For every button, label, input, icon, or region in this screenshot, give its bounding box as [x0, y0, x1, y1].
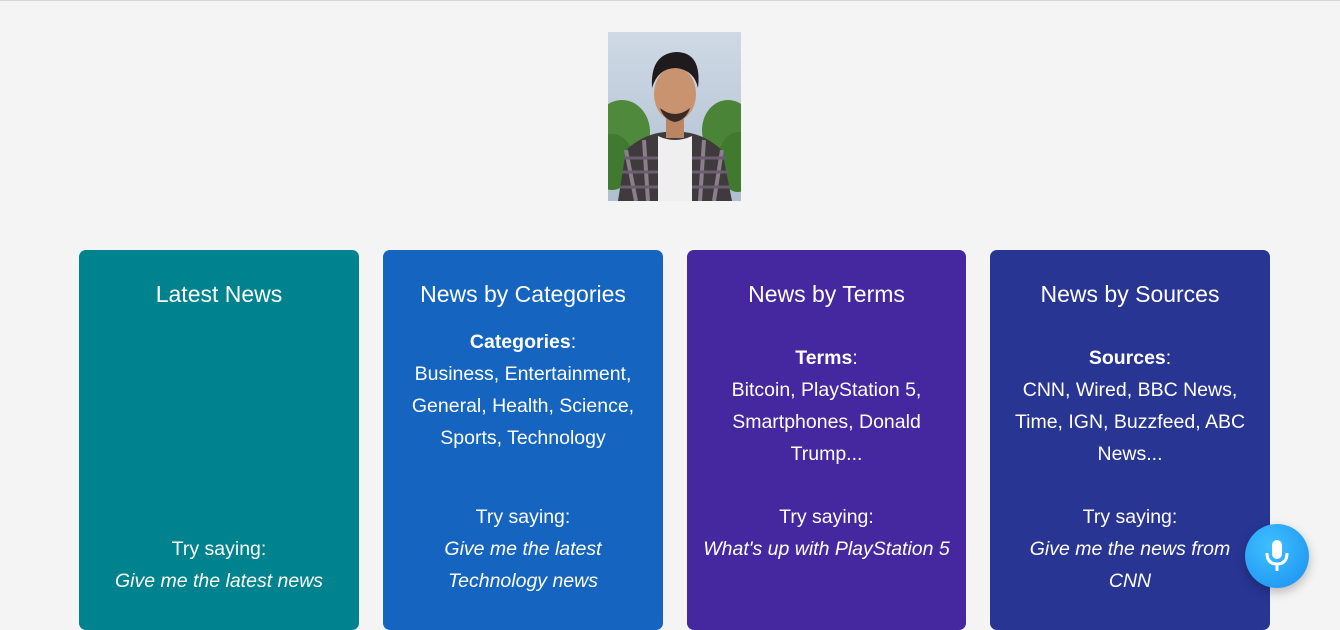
- info-text: CNN, Wired, BBC News, Time, IGN, Buzzfee…: [1014, 379, 1246, 465]
- card-try-saying: Try saying: Give me the latest Technolog…: [399, 501, 647, 597]
- card-news-by-categories[interactable]: News by Categories Categories: Business,…: [383, 250, 663, 630]
- card-title: News by Terms: [748, 281, 905, 307]
- try-label: Try saying:: [475, 506, 571, 528]
- card-title: News by Categories: [420, 281, 626, 307]
- profile-avatar: [608, 32, 741, 201]
- card-info: Categories: Business, Entertainment, Gen…: [411, 331, 635, 449]
- profile-photo: [608, 32, 741, 201]
- card-info: Sources: CNN, Wired, BBC News, Time, IGN…: [1014, 347, 1246, 465]
- try-label: Try saying:: [779, 506, 874, 528]
- card-try-saying: Try saying: Give me the news from CNN: [1006, 501, 1254, 597]
- info-text: Bitcoin, PlayStation 5, Smartphones, Don…: [731, 379, 922, 465]
- example-phrase: What's up with PlayStation 5: [703, 538, 950, 560]
- card-latest-news[interactable]: Latest News Try saying: Give me the late…: [79, 250, 359, 630]
- example-phrase: Give me the latest Technology news: [444, 538, 602, 592]
- try-label: Try saying:: [1082, 506, 1178, 528]
- info-label: Terms: [795, 347, 853, 369]
- card-title: Latest News: [155, 281, 283, 307]
- info-label: Sources: [1088, 347, 1166, 369]
- card-news-by-sources[interactable]: News by Sources Sources: CNN, Wired, BBC…: [990, 250, 1270, 630]
- try-label: Try saying:: [171, 538, 267, 560]
- card-news-by-terms[interactable]: News by Terms Terms: Bitcoin, PlayStatio…: [687, 250, 966, 630]
- example-phrase: Give me the latest news: [114, 570, 324, 592]
- microphone-button[interactable]: [1245, 524, 1309, 588]
- card-title: News by Sources: [1040, 281, 1220, 307]
- microphone-icon: [1265, 540, 1289, 571]
- info-text: Business, Entertainment, General, Health…: [411, 363, 635, 449]
- info-label: Categories: [469, 331, 571, 353]
- card-try-saying: Try saying: Give me the latest news: [95, 533, 343, 597]
- card-try-saying: Try saying: What's up with PlayStation 5: [703, 501, 950, 565]
- card-info: Terms: Bitcoin, PlayStation 5, Smartphon…: [731, 347, 922, 465]
- example-phrase: Give me the news from CNN: [1029, 538, 1231, 592]
